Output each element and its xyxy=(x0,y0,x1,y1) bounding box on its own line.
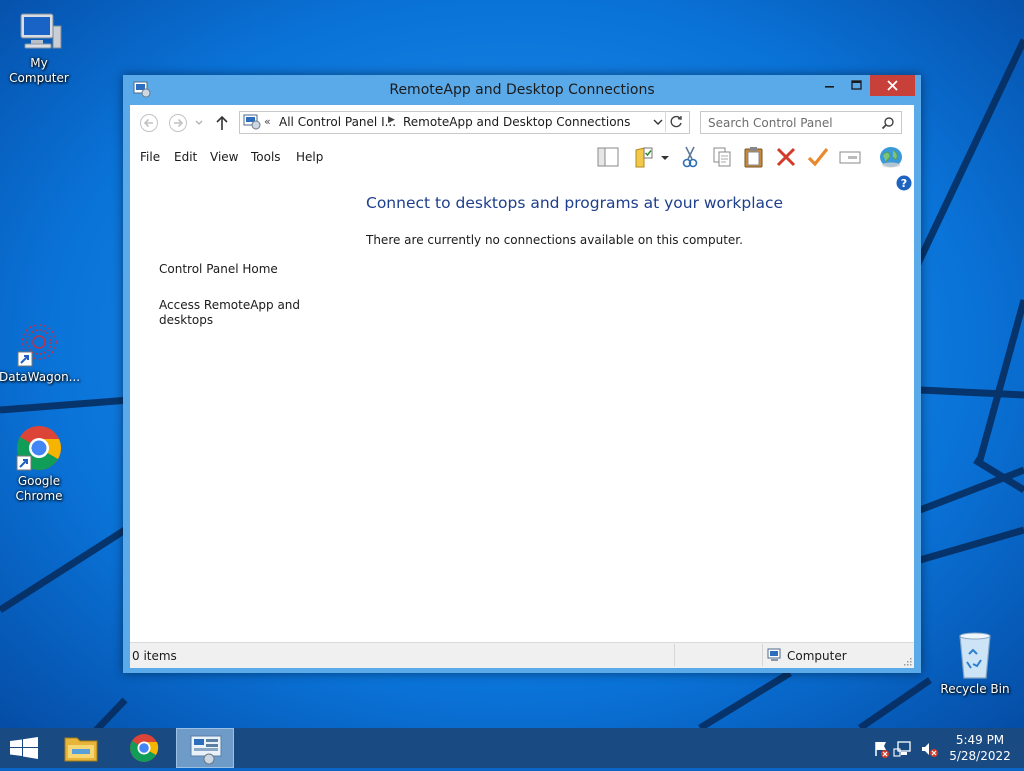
properties-button[interactable] xyxy=(632,145,656,169)
refresh-button[interactable] xyxy=(665,111,687,132)
minimize-button[interactable] xyxy=(816,75,843,96)
remoteapp-icon xyxy=(243,114,261,130)
maximize-button[interactable] xyxy=(843,75,870,96)
layout-button[interactable] xyxy=(596,145,620,169)
delete-button[interactable] xyxy=(774,145,798,169)
globe-button[interactable] xyxy=(878,145,902,169)
status-location: Computer xyxy=(787,649,847,663)
taskbar: 5:49 PM 5/28/2022 xyxy=(0,728,1024,768)
close-icon xyxy=(887,80,898,91)
forward-button[interactable] xyxy=(168,113,188,133)
properties-dropdown[interactable] xyxy=(658,145,672,169)
breadcrumb-remoteapp[interactable]: RemoteApp and Desktop Connections xyxy=(403,115,630,129)
system-tray xyxy=(875,741,938,758)
search-input[interactable] xyxy=(701,112,878,133)
status-bar: 0 items Computer xyxy=(130,642,914,668)
properties-folder-icon xyxy=(635,147,653,168)
globe-icon xyxy=(880,147,902,168)
chrome-icon xyxy=(130,734,159,762)
navigation-bar: « All Control Panel I... ▶ RemoteApp and… xyxy=(130,105,914,141)
copy-icon xyxy=(713,147,731,167)
menu-view[interactable]: View xyxy=(210,150,238,164)
window-title: RemoteApp and Desktop Connections xyxy=(389,82,655,98)
resize-grip-icon[interactable] xyxy=(902,656,912,666)
action-center-icon[interactable] xyxy=(875,742,889,758)
desktop-icon-label: DataWagon... xyxy=(0,370,81,384)
datawagon-icon xyxy=(17,324,57,367)
content-area: ? Control Panel Home Access RemoteApp an… xyxy=(130,173,914,642)
menu-bar: File Edit View Tools Help xyxy=(130,141,914,173)
taskbar-chrome[interactable] xyxy=(114,728,172,768)
menu-file[interactable]: File xyxy=(140,150,160,164)
clock-time[interactable]: 5:49 PM xyxy=(945,733,1015,747)
status-item-count: 0 items xyxy=(132,649,177,663)
control-panel-icon xyxy=(190,735,222,765)
cut-button[interactable] xyxy=(678,145,702,169)
taskbar-control-panel[interactable] xyxy=(176,728,234,768)
paste-button[interactable] xyxy=(742,145,766,169)
info-text: There are currently no connections avail… xyxy=(366,233,743,247)
help-icon[interactable]: ? xyxy=(896,175,912,191)
computer-icon xyxy=(20,13,62,49)
layout-icon xyxy=(597,147,619,167)
minimize-icon xyxy=(825,86,834,88)
refresh-icon xyxy=(670,115,682,128)
menu-edit[interactable]: Edit xyxy=(174,150,197,164)
chevron-down-icon xyxy=(661,156,669,160)
up-button[interactable] xyxy=(214,114,230,132)
sidebar-link-control-panel-home[interactable]: Control Panel Home xyxy=(159,262,309,277)
maximize-icon xyxy=(851,80,862,90)
file-explorer-icon xyxy=(64,737,98,762)
address-overflow[interactable]: « xyxy=(264,115,271,128)
check-icon xyxy=(807,148,829,167)
clock-date[interactable]: 5/28/2022 xyxy=(945,749,1015,763)
page-heading: Connect to desktops and programs at your… xyxy=(366,194,784,212)
paste-icon xyxy=(744,147,763,168)
recycle-bin-icon xyxy=(959,632,991,679)
rename-button[interactable] xyxy=(838,145,862,169)
address-dropdown-icon[interactable] xyxy=(651,114,665,130)
breadcrumb-separator-icon[interactable]: ▶ xyxy=(388,115,395,125)
back-button[interactable] xyxy=(139,113,159,133)
copy-button[interactable] xyxy=(710,145,734,169)
volume-muted-icon[interactable] xyxy=(922,743,938,757)
desktop-icon-datawagon[interactable]: DataWagon... xyxy=(0,320,81,385)
check-button[interactable] xyxy=(806,145,830,169)
address-bar[interactable]: « All Control Panel I... ▶ RemoteApp and… xyxy=(239,111,690,134)
taskbar-file-explorer[interactable] xyxy=(52,728,110,768)
sidebar-link-access-remoteapp[interactable]: Access RemoteApp and desktops xyxy=(159,298,309,328)
title-bar[interactable]: RemoteApp and Desktop Connections xyxy=(123,75,921,105)
desktop-icon-recycle-bin[interactable]: Recycle Bin xyxy=(935,630,1015,697)
desktop-icon-label: Recycle Bin xyxy=(940,682,1010,696)
close-button[interactable] xyxy=(870,75,915,96)
cut-icon xyxy=(682,146,698,168)
desktop-icon-label: Google Chrome xyxy=(15,474,63,503)
menu-help[interactable]: Help xyxy=(296,150,323,164)
rename-icon xyxy=(839,151,861,164)
start-icon xyxy=(10,737,38,759)
desktop-icon-my-computer[interactable]: My Computer xyxy=(0,8,79,86)
status-separator xyxy=(674,644,675,666)
search-icon[interactable] xyxy=(881,116,895,130)
desktop-icon-label: My Computer xyxy=(9,56,69,85)
menu-tools[interactable]: Tools xyxy=(251,150,281,164)
search-box[interactable] xyxy=(700,111,902,134)
control-panel-window: RemoteApp and Desktop Connections « All … xyxy=(123,75,921,673)
network-icon[interactable] xyxy=(893,741,911,757)
start-button[interactable] xyxy=(0,728,58,768)
delete-icon xyxy=(776,147,796,167)
status-separator xyxy=(762,644,763,666)
chrome-icon xyxy=(16,426,61,471)
breadcrumb-all-control-panel[interactable]: All Control Panel I... xyxy=(279,115,396,129)
desktop-icon-google-chrome[interactable]: Google Chrome xyxy=(0,424,79,504)
recent-locations-dropdown[interactable] xyxy=(194,119,204,127)
computer-icon xyxy=(767,648,781,661)
svg-text:?: ? xyxy=(901,177,907,190)
